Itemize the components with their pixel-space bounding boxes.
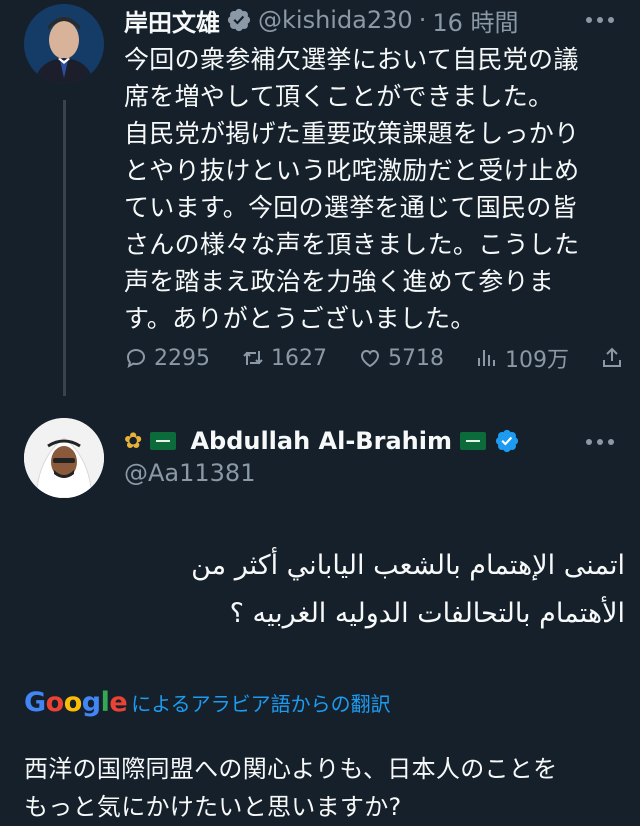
arabic-line: الأهتمام بالتحالفات الدوليه الغربيه ؟ <box>229 598 625 629</box>
verified-icon <box>495 429 519 453</box>
translation-label: によるアラビア語からの翻訳 <box>131 691 391 716</box>
flag-icon <box>459 432 486 450</box>
views-icon <box>478 350 495 366</box>
tweet-actions: 2295 1627 5718 109万 <box>124 340 624 376</box>
tweet-time[interactable]: 16 時間 <box>432 3 518 38</box>
share-icon <box>603 347 621 367</box>
tweet-line: 自民党が掲げた重要政策課題をしっかり <box>124 119 580 148</box>
retweet-count: 1627 <box>271 345 327 371</box>
avatar-image <box>24 4 104 84</box>
translation-attribution[interactable]: Google によるアラビア語からの翻訳 <box>24 684 391 720</box>
reply-button[interactable]: 2295 <box>124 346 210 371</box>
reply-header: ✿ Abdullah Al-Brahim <box>124 423 520 459</box>
tweet-line: 今回の衆参補欠選挙において自民党の議 <box>124 45 579 74</box>
arabic-text: اتمنى الإهتمام بالشعب الياباني أكثر من ا… <box>40 542 625 638</box>
tweet-line: ています。今回の選挙を通じて国民の皆 <box>124 193 577 222</box>
tweet-text: 今回の衆参補欠選挙において自民党の議 席を増やして頂くことができました。 自民党… <box>124 41 624 337</box>
like-button[interactable]: 5718 <box>358 346 444 371</box>
translation-text: 西洋の国際同盟への関心よりも、日本人のことを もっと気にかけたいと思いますか? <box>24 750 624 826</box>
author-handle[interactable]: @kishida230 <box>258 6 413 34</box>
share-button[interactable] <box>600 346 624 370</box>
separator: · <box>418 6 427 34</box>
retweet-icon <box>243 351 263 365</box>
tweet-line: 声を踏まえ政治を力強く進めて参りま <box>124 267 555 296</box>
retweet-button[interactable]: 1627 <box>241 346 327 371</box>
more-icon[interactable] <box>582 8 618 32</box>
reply-handle[interactable]: @Aa11381 <box>124 459 255 487</box>
tweet-line: す。ありがとうございました。 <box>124 304 476 333</box>
author-name[interactable]: 岸田文雄 <box>124 3 220 38</box>
tweet-line: とやり抜けという叱咤激励だと受け止め <box>124 156 580 185</box>
arabic-line: اتمنى الإهتمام بالشعب الياباني أكثر من <box>191 550 625 581</box>
reply-more-icon[interactable] <box>582 430 618 454</box>
reply-author-name[interactable]: Abdullah Al-Brahim <box>190 427 452 455</box>
like-count: 5718 <box>388 345 444 371</box>
flag-icon <box>150 432 177 450</box>
kishida-avatar[interactable] <box>24 4 104 84</box>
tweet-line: 席を増やして頂くことができました。 <box>124 82 554 111</box>
google-logo: Google <box>24 686 128 718</box>
views-button[interactable]: 109万 <box>475 342 569 374</box>
reply-count: 2295 <box>154 345 210 371</box>
views-count: 109万 <box>505 348 569 373</box>
translation-line: もっと気にかけたいと思いますか? <box>24 793 402 821</box>
tweet-header: 岸田文雄 @kishida230 · 16 時間 <box>124 2 519 38</box>
tweet-line: さんの様々な声を頂きました。こうした <box>124 230 580 259</box>
verified-icon <box>227 8 251 32</box>
reply-avatar-image <box>24 418 104 498</box>
reply-avatar[interactable] <box>24 418 104 498</box>
translation-line: 西洋の国際同盟への関心よりも、日本人のことを <box>24 755 558 783</box>
like-icon <box>360 349 380 368</box>
bouquet-icon: ✿ <box>124 428 143 454</box>
thread-line <box>63 100 66 396</box>
reply-icon <box>126 348 146 368</box>
